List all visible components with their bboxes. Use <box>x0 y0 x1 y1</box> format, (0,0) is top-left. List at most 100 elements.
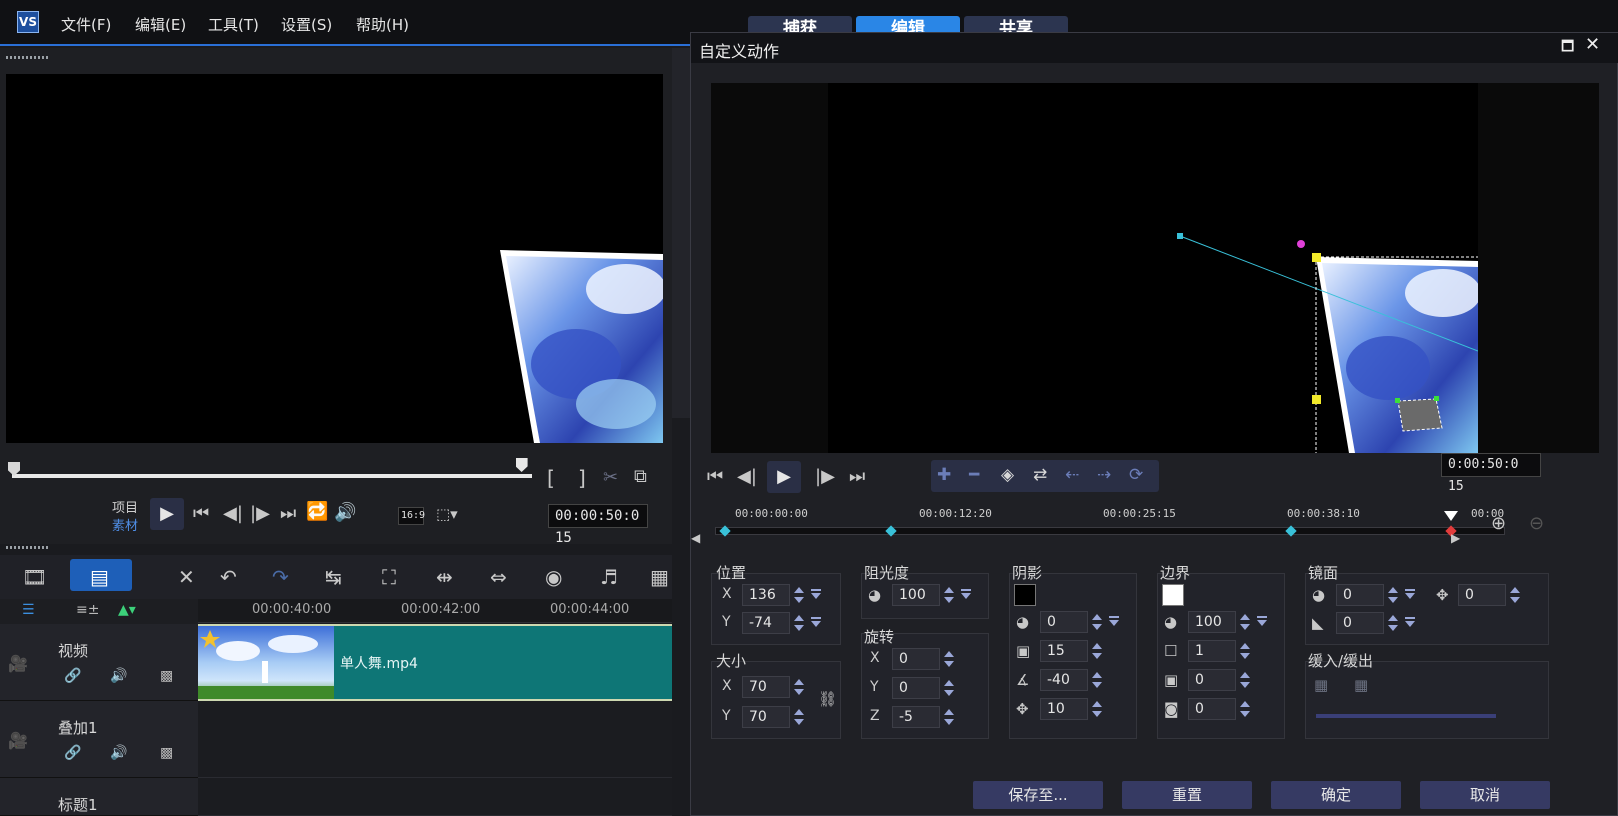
zoom-out-icon[interactable]: ⊖ <box>1529 513 1544 534</box>
title-track-body[interactable] <box>198 778 672 816</box>
mirror-opacity-dropdown-icon[interactable] <box>1404 589 1416 601</box>
save-to-button[interactable]: 保存至... <box>973 781 1103 809</box>
mirror-opacity-stepper[interactable] <box>1386 584 1400 606</box>
position-y-input[interactable]: -74 <box>742 612 790 634</box>
keyframe-track[interactable] <box>715 527 1505 535</box>
shadow-distance-stepper[interactable] <box>1090 698 1104 720</box>
dialog-playhead[interactable] <box>1444 511 1458 521</box>
position-x-stepper[interactable] <box>792 584 806 606</box>
prev-frame-icon[interactable]: ◀| <box>223 503 243 524</box>
border-color-swatch[interactable] <box>1162 584 1184 606</box>
scissors-icon[interactable]: ✂ <box>603 467 618 488</box>
shadow-handle[interactable] <box>1434 396 1439 401</box>
mirror-opacity-input[interactable]: 0 <box>1336 584 1384 606</box>
redo-icon[interactable]: ↷ <box>272 565 289 589</box>
panel-grip[interactable] <box>6 56 50 59</box>
lock-aspect-icon[interactable]: ⛓ <box>818 690 837 708</box>
audio-wave-icon[interactable]: ♬ <box>600 565 618 589</box>
timeline-ruler[interactable]: 00:00:40:00 00:00:42:00 00:00:44:00 <box>198 599 672 623</box>
rotation-y-input[interactable]: 0 <box>892 677 940 699</box>
border-opacity-input[interactable]: 100 <box>1188 611 1236 633</box>
prev-keyframe-icon[interactable]: ⇠ <box>1065 465 1079 485</box>
close-icon[interactable]: ✕ <box>1585 34 1600 55</box>
border-corner-input[interactable]: 0 <box>1188 698 1236 720</box>
resize-handle[interactable] <box>1312 395 1321 404</box>
border-opacity-dropdown-icon[interactable] <box>1256 616 1268 628</box>
opacity-input[interactable]: 100 <box>892 584 940 606</box>
track-header-overlay[interactable]: 🎥 叠加1 🔗 🔊 ▩ <box>0 701 198 778</box>
dialog-title-bar[interactable]: 自定义动作 🗖 ✕ <box>691 33 1618 63</box>
dialog-timecode[interactable]: 0:00:50:0 15 <box>1441 453 1541 494</box>
border-opacity-stepper[interactable] <box>1238 611 1252 633</box>
shadow-opacity-input[interactable]: 0 <box>1040 611 1088 633</box>
size-x-stepper[interactable] <box>792 676 806 698</box>
dialog-next-frame-icon[interactable]: |▶ <box>815 466 835 487</box>
timeline-view-icon[interactable]: ▤ <box>90 565 109 589</box>
position-y-stepper[interactable] <box>792 612 806 634</box>
shadow-handle[interactable] <box>1395 398 1400 403</box>
menu-settings[interactable]: 设置(S) <box>281 14 332 35</box>
dialog-canvas[interactable] <box>828 83 1481 453</box>
track-header-video[interactable]: 🎥 视频 🔗 🔊 ▩ <box>0 624 198 701</box>
shadow-angle-stepper[interactable] <box>1090 669 1104 691</box>
aspect-ratio-button[interactable]: 16:9 <box>398 507 425 525</box>
mirror-fade-input[interactable]: 0 <box>1336 612 1384 634</box>
shadow-distance-input[interactable]: 10 <box>1040 698 1088 720</box>
dialog-preview[interactable] <box>711 83 1599 453</box>
repeat-icon[interactable]: 🔁 <box>306 501 328 522</box>
menu-edit[interactable]: 编辑(E) <box>135 14 186 35</box>
reverse-icon[interactable]: ⇄ <box>1033 465 1047 485</box>
add-keyframe-icon[interactable]: ✚ <box>937 465 951 485</box>
ease-in-icon[interactable]: ▦ <box>1314 676 1328 694</box>
mark-in-button[interactable]: [ <box>547 466 555 490</box>
mark-out-button[interactable]: ] <box>578 466 586 490</box>
track-mute-icon[interactable]: 🔊 <box>110 745 127 761</box>
link-icon[interactable]: 🔗 <box>64 668 81 684</box>
shadow-angle-input[interactable]: -40 <box>1040 669 1088 691</box>
ease-keyframe-icon[interactable]: ⟳ <box>1129 465 1143 485</box>
panel-grip[interactable] <box>6 546 50 549</box>
shadow-blur-stepper[interactable] <box>1090 640 1104 662</box>
track-header-title[interactable]: 标题1 <box>0 778 198 816</box>
maximize-icon[interactable]: 🗖 <box>1561 36 1574 60</box>
play-button[interactable]: ▶ <box>150 498 184 530</box>
mode-project-label[interactable]: 项目 <box>112 497 138 516</box>
tools-icon[interactable]: ✕ <box>178 565 195 589</box>
rotation-handle[interactable] <box>1297 240 1305 248</box>
go-start-icon[interactable]: ⏮ <box>193 503 209 524</box>
dialog-go-start-icon[interactable]: ⏮ <box>707 466 723 487</box>
rotation-z-input[interactable]: -5 <box>892 706 940 728</box>
ease-slider[interactable] <box>1316 714 1496 718</box>
resize-icon[interactable]: ⇔ <box>490 565 507 589</box>
opacity-stepper[interactable] <box>942 584 956 606</box>
crop-icon[interactable]: ⛶ <box>382 565 396 589</box>
ok-button[interactable]: 确定 <box>1271 781 1401 809</box>
border-width-stepper[interactable] <box>1238 640 1252 662</box>
mirror-fade-stepper[interactable] <box>1386 612 1400 634</box>
mirror-fade-dropdown-icon[interactable] <box>1404 617 1416 629</box>
link-icon[interactable]: 🔗 <box>64 745 81 761</box>
mirror-offset-input[interactable]: 0 <box>1458 584 1506 606</box>
mode-clip-label[interactable]: 素材 <box>112 515 138 534</box>
rotation-z-stepper[interactable] <box>942 706 956 728</box>
mirror-offset-stepper[interactable] <box>1508 584 1522 606</box>
track-manager-icon[interactable]: ☰ <box>22 602 35 618</box>
mixer-icon[interactable]: ◉ <box>545 565 562 589</box>
shadow-blur-input[interactable]: 15 <box>1040 640 1088 662</box>
enlarge-preview-icon[interactable]: ⧉ <box>634 466 647 487</box>
ease-out-icon[interactable]: ▦ <box>1354 676 1368 694</box>
resize-handle[interactable] <box>1312 253 1321 262</box>
scroll-right-icon[interactable]: ▶ <box>1451 531 1460 545</box>
overlay-track-body[interactable] <box>198 701 672 778</box>
menu-help[interactable]: 帮助(H) <box>356 14 409 35</box>
position-x-dropdown-icon[interactable] <box>810 589 822 601</box>
zoom-select-icon[interactable]: ⬚▾ <box>436 505 458 523</box>
scrub-bar[interactable] <box>12 474 532 478</box>
cancel-button[interactable]: 取消 <box>1420 781 1550 809</box>
next-keyframe-icon[interactable]: ⇢ <box>1097 465 1111 485</box>
shadow-opacity-stepper[interactable] <box>1090 611 1104 633</box>
chapter-marker-icon[interactable]: ▲▾ <box>118 602 136 618</box>
dialog-timeline[interactable]: 00:00:00:00 00:00:12:20 00:00:25:15 00:0… <box>711 503 1511 537</box>
shadow-preview-box[interactable] <box>1397 398 1443 432</box>
undo-icon[interactable]: ↶ <box>220 565 237 589</box>
